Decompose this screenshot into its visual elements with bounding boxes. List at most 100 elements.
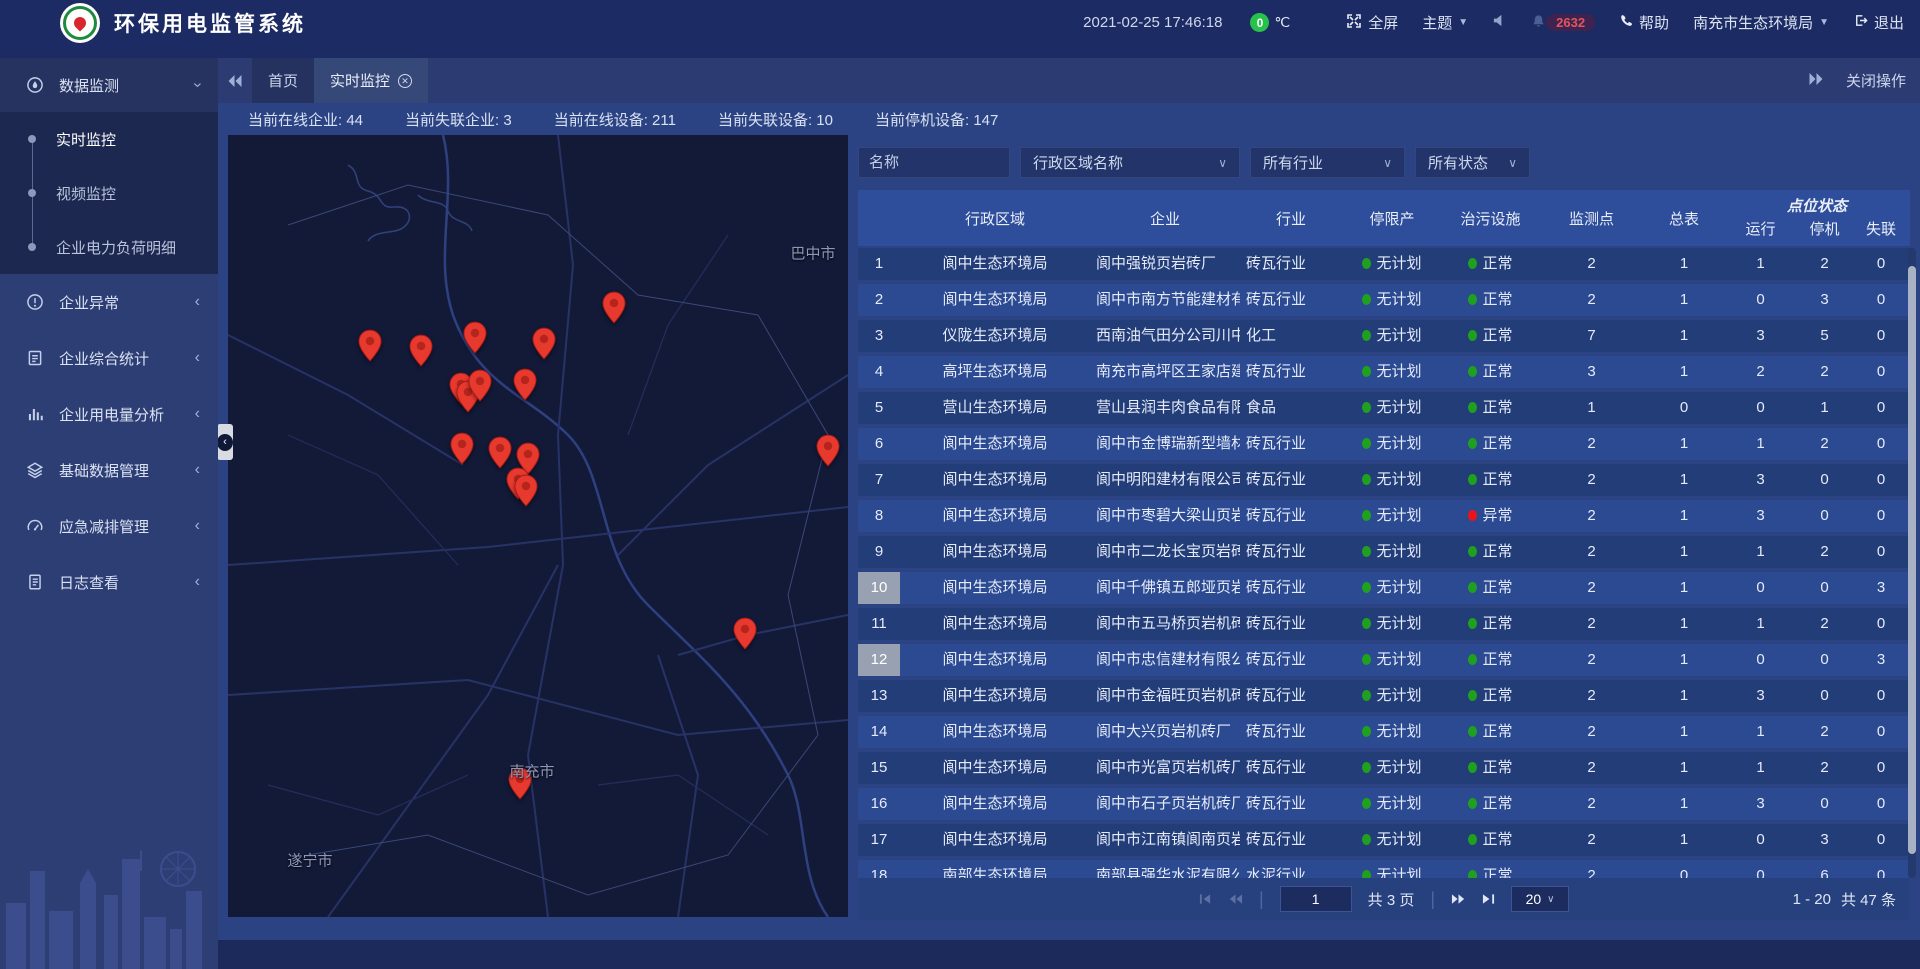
sidebar-item-企业用电量分析[interactable]: 企业用电量分析‹ [0, 386, 218, 442]
status-dot-green [1468, 474, 1477, 485]
table-row[interactable]: 4高坪生态环境局南充市高坪区王家店建砖瓦行业无计划正常31220 [858, 356, 1910, 388]
sidebar-item-数据监测[interactable]: 数据监测‹ [0, 58, 218, 112]
notifications[interactable]: 2632 [1531, 13, 1595, 33]
table-row[interactable]: 9阆中生态环境局阆中市二龙长宝页岩砖砖瓦行业无计划正常21120 [858, 536, 1910, 568]
sidebar-item-日志查看[interactable]: 日志查看‹ [0, 554, 218, 610]
map-pin-icon[interactable] [816, 434, 841, 467]
cell-stopped: 0 [1797, 464, 1852, 496]
cell-treatment: 正常 [1442, 536, 1539, 568]
theme-dropdown[interactable]: 主题▼ [1422, 12, 1468, 33]
region-filter-select[interactable]: 行政区域名称 ∨ [1020, 147, 1240, 178]
sidebar-item-label: 企业异常 [59, 292, 195, 313]
page-number-input[interactable] [1280, 886, 1352, 912]
sidebar-item-应急减排管理[interactable]: 应急减排管理‹ [0, 498, 218, 554]
cell-stopped: 2 [1797, 536, 1852, 568]
cell-offline: 0 [1852, 392, 1910, 424]
map-pin-icon[interactable] [463, 321, 488, 354]
sidebar-item-企业综合统计[interactable]: 企业综合统计‹ [0, 330, 218, 386]
last-page-button[interactable] [1482, 893, 1495, 905]
cell-industry: 砖瓦行业 [1240, 680, 1342, 712]
cell-limit: 无计划 [1342, 248, 1442, 280]
cell-region: 阆中生态环境局 [900, 824, 1090, 856]
status-dot-green [1468, 366, 1477, 377]
table-row[interactable]: 14阆中生态环境局阆中大兴页岩机砖厂砖瓦行业无计划正常21120 [858, 716, 1910, 748]
table-row[interactable]: 18南部生态环境局南部县强华水泥有限公水泥行业无计划正常20060 [858, 860, 1910, 878]
sidebar-item-企业异常[interactable]: 企业异常‹ [0, 274, 218, 330]
table-row[interactable]: 1阆中生态环境局阆中强锐页岩砖厂砖瓦行业无计划正常21120 [858, 248, 1910, 280]
tabs-scroll-left-button[interactable] [218, 58, 252, 103]
sidebar-subitem-实时监控[interactable]: 实时监控 [0, 112, 218, 166]
cell-treatment: 正常 [1442, 608, 1539, 640]
org-dropdown[interactable]: 南充市生态环境局▼ [1693, 12, 1829, 33]
row-index: 3 [858, 320, 900, 352]
next-page-button[interactable] [1451, 893, 1466, 905]
map-pin-icon[interactable] [513, 368, 538, 401]
mute-button[interactable] [1492, 13, 1507, 32]
sidebar-item-基础数据管理[interactable]: 基础数据管理‹ [0, 442, 218, 498]
cell-monitor-points: 2 [1539, 248, 1644, 280]
first-page-button[interactable] [1199, 893, 1212, 905]
sidebar-item-label: 应急减排管理 [59, 516, 195, 537]
table-row[interactable]: 15阆中生态环境局阆中市光富页岩机砖厂砖瓦行业无计划正常21120 [858, 752, 1910, 784]
cell-offline: 0 [1852, 320, 1910, 352]
table-row[interactable]: 13阆中生态环境局阆中市金福旺页岩机砖砖瓦行业无计划正常21300 [858, 680, 1910, 712]
map-pin-icon[interactable] [468, 369, 493, 402]
map-panel[interactable]: 巴中市南充市遂宁市 ‹ [228, 135, 848, 917]
cell-company: 南部县强华水泥有限公 [1090, 860, 1240, 878]
table-row[interactable]: 12阆中生态环境局阆中市忠信建材有限公砖瓦行业无计划正常21003 [858, 644, 1910, 676]
datetime: 2021-02-25 17:46:18 [1083, 14, 1222, 31]
name-filter-input[interactable] [858, 147, 1010, 178]
tab-realtime-monitoring[interactable]: 实时监控 ✕ [314, 58, 428, 103]
map-pin-icon[interactable] [602, 291, 627, 324]
stat-item: 当前在线企业: 44 [248, 109, 363, 130]
table-row[interactable]: 11阆中生态环境局阆中市五马桥页岩机砖砖瓦行业无计划正常21120 [858, 608, 1910, 640]
industry-filter-select[interactable]: 所有行业 ∨ [1250, 147, 1405, 178]
logout-button[interactable]: 退出 [1853, 12, 1904, 33]
table-row[interactable]: 5营山生态环境局营山县润丰肉食品有限食品无计划正常10010 [858, 392, 1910, 424]
prev-page-button[interactable] [1228, 893, 1243, 905]
table-scrollbar[interactable] [1908, 248, 1916, 878]
row-index: 16 [858, 788, 900, 820]
table-row[interactable]: 2阆中生态环境局阆中市南方节能建材有砖瓦行业无计划正常21030 [858, 284, 1910, 316]
cell-treatment: 异常 [1442, 500, 1539, 532]
close-operations-dropdown[interactable]: 关闭操作 [1846, 70, 1906, 91]
status-filter-select[interactable]: 所有状态 ∨ [1415, 147, 1530, 178]
tabs-scroll-right-button[interactable] [1808, 72, 1824, 90]
cell-running: 1 [1724, 536, 1797, 568]
cell-meters: 1 [1644, 788, 1724, 820]
map-pin-icon[interactable] [733, 617, 758, 650]
table-row[interactable]: 8阆中生态环境局阆中市枣碧大梁山页岩砖瓦行业无计划异常21300 [858, 500, 1910, 532]
sidebar-subitem-视频监控[interactable]: 视频监控 [0, 166, 218, 220]
sidebar-subitem-企业电力负荷明细[interactable]: 企业电力负荷明细 [0, 220, 218, 274]
cell-treatment: 正常 [1442, 572, 1539, 604]
map-pin-icon[interactable] [532, 327, 557, 360]
sidebar-item-label: 企业综合统计 [59, 348, 195, 369]
map-pin-icon[interactable] [409, 334, 434, 367]
map-pin-icon[interactable] [450, 432, 475, 465]
cell-company: 阆中千佛镇五郎垭页岩 [1090, 572, 1240, 604]
page-size-select[interactable]: 20 ∨ [1511, 886, 1569, 912]
map-pin-icon[interactable] [358, 329, 383, 362]
cell-company: 阆中明阳建材有限公司 [1090, 464, 1240, 496]
map-pin-icon[interactable] [488, 436, 513, 469]
fullscreen-button[interactable]: 全屏 [1346, 12, 1398, 33]
row-index: 15 [858, 752, 900, 784]
cell-monitor-points: 7 [1539, 320, 1644, 352]
table-row[interactable]: 17阆中生态环境局阆中市江南镇阆南页岩砖瓦行业无计划正常21030 [858, 824, 1910, 856]
cell-limit: 无计划 [1342, 824, 1442, 856]
map-collapse-handle[interactable]: ‹ [217, 424, 233, 460]
close-tab-icon[interactable]: ✕ [398, 74, 412, 88]
table-row[interactable]: 7阆中生态环境局阆中明阳建材有限公司砖瓦行业无计划正常21300 [858, 464, 1910, 496]
table-row[interactable]: 3仪陇生态环境局西南油气田分公司川中化工无计划正常71350 [858, 320, 1910, 352]
cell-region: 阆中生态环境局 [900, 428, 1090, 460]
cell-company: 阆中强锐页岩砖厂 [1090, 248, 1240, 280]
map-pin-icon[interactable] [514, 474, 539, 507]
status-dot-green [1362, 690, 1371, 701]
table-row[interactable]: 6阆中生态环境局阆中市金博瑞新型墙材砖瓦行业无计划正常21120 [858, 428, 1910, 460]
help-button[interactable]: 帮助 [1619, 12, 1669, 33]
cell-running: 1 [1724, 428, 1797, 460]
tab-home[interactable]: 首页 [252, 58, 314, 103]
table-row[interactable]: 10阆中生态环境局阆中千佛镇五郎垭页岩砖瓦行业无计划正常21003 [858, 572, 1910, 604]
table-row[interactable]: 16阆中生态环境局阆中市石子页岩机砖厂砖瓦行业无计划正常21300 [858, 788, 1910, 820]
status-dot-green [1468, 726, 1477, 737]
